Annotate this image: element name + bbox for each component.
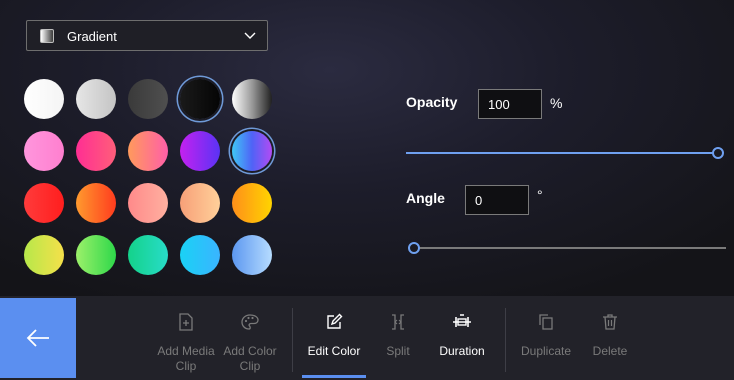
add-color-clip-button[interactable]: Add Color Clip	[210, 312, 290, 374]
swatch-apricot[interactable]	[180, 183, 220, 223]
delete-label: Delete	[592, 344, 628, 358]
fill-type-label: Gradient	[67, 29, 117, 44]
add-media-clip-label-line2: Clip	[175, 359, 197, 373]
swatch-gray-fade[interactable]	[232, 79, 272, 119]
gradient-editor-panel: Gradient Opacity % Angle °	[0, 0, 734, 296]
swatch-green[interactable]	[76, 235, 116, 275]
swatch-light-gray[interactable]	[76, 79, 116, 119]
slider-track	[414, 247, 726, 249]
chevron-down-icon	[244, 32, 256, 39]
add-media-clip-label: Add Media	[157, 344, 215, 358]
swatch-red[interactable]	[24, 183, 64, 223]
swatch-dark-gray[interactable]	[128, 79, 168, 119]
split-label: Split	[386, 344, 410, 358]
duplicate-icon	[536, 312, 556, 344]
swatch-pink[interactable]	[24, 131, 64, 171]
duplicate-label: Duplicate	[520, 344, 572, 358]
trash-icon	[600, 312, 620, 344]
duration-label: Duration	[439, 344, 485, 358]
add-media-icon	[176, 312, 196, 344]
slider-thumb[interactable]	[408, 242, 420, 254]
swatch-magenta[interactable]	[76, 131, 116, 171]
angle-input[interactable]	[465, 185, 529, 215]
active-tab-indicator	[302, 375, 366, 378]
swatch-blue-purple[interactable]	[232, 131, 272, 171]
swatch-lime-yellow[interactable]	[24, 235, 64, 275]
swatch-salmon[interactable]	[128, 183, 168, 223]
toolbar-divider	[292, 308, 293, 372]
slider-thumb[interactable]	[712, 147, 724, 159]
duration-button[interactable]: Duration	[422, 312, 502, 359]
add-color-clip-label: Add Color	[223, 344, 277, 358]
swatch-white[interactable]	[24, 79, 64, 119]
gradient-swatch-icon	[40, 29, 54, 43]
angle-unit: °	[537, 187, 543, 203]
swatch-peach-pink[interactable]	[128, 131, 168, 171]
swatch-light-blue[interactable]	[232, 235, 272, 275]
add-color-clip-label-line2: Clip	[239, 359, 261, 373]
swatch-teal[interactable]	[128, 235, 168, 275]
swatch-black[interactable]	[180, 79, 220, 119]
split-icon	[388, 312, 408, 344]
opacity-unit: %	[550, 95, 563, 111]
arrow-left-icon	[26, 329, 49, 347]
duration-icon	[452, 312, 472, 344]
swatch-purple[interactable]	[180, 131, 220, 171]
swatch-sky[interactable]	[180, 235, 220, 275]
edit-color-label: Edit Color	[307, 344, 361, 358]
fill-type-dropdown[interactable]: Gradient	[26, 20, 268, 51]
edit-icon	[324, 312, 344, 344]
delete-button[interactable]: Delete	[570, 312, 650, 359]
swatch-gold[interactable]	[232, 183, 272, 223]
opacity-label: Opacity	[406, 94, 458, 110]
slider-track-filled	[406, 152, 718, 154]
palette-icon	[240, 312, 260, 344]
swatch-orange-red[interactable]	[76, 183, 116, 223]
back-button[interactable]	[0, 298, 76, 378]
angle-label: Angle	[406, 190, 445, 206]
opacity-input[interactable]	[478, 89, 542, 119]
